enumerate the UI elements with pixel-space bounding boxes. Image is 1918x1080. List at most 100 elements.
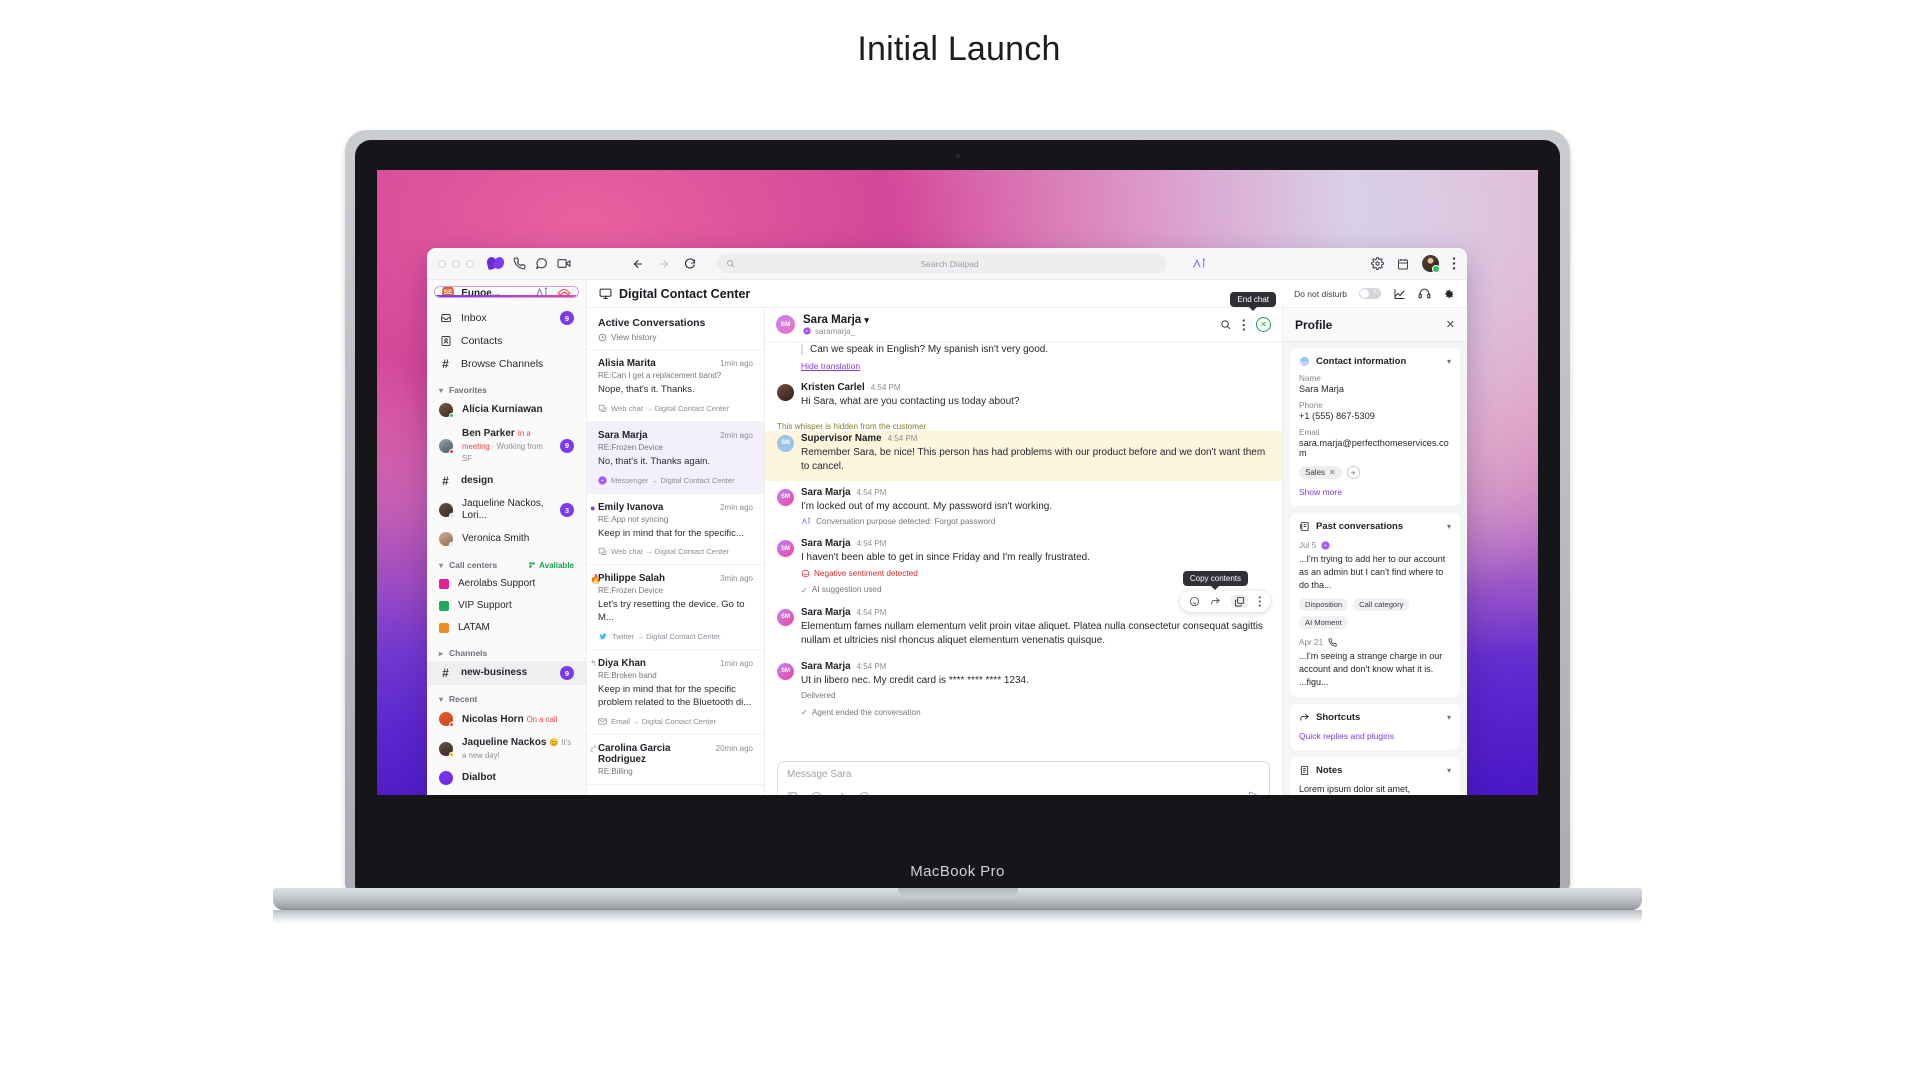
user-avatar[interactable] [1422,255,1440,273]
past-conversations-header[interactable]: Past conversations ▾ [1299,521,1451,532]
sidebar-item-inbox[interactable]: Inbox 9 [427,306,586,330]
conversation-list-header: Active Conversations View history [587,308,764,350]
chart-icon[interactable] [1393,288,1406,300]
sidebar-item-ben-parker[interactable]: Ben Parker In a meeting · Working from S… [427,422,586,469]
window-traffic-lights[interactable] [438,259,474,268]
more-vertical-icon[interactable] [1452,257,1456,270]
global-search-input[interactable]: Search Dialpad [717,254,1167,273]
chevron-down-icon[interactable]: ▾ [1447,522,1451,531]
minimize-window-button[interactable] [452,259,460,268]
active-call-card[interactable]: SE Somebody Eunoe... 06:01 [434,286,579,298]
chip-disposition[interactable]: Disposition [1299,598,1349,612]
message-composer[interactable]: Message Sara [777,761,1270,795]
message-hover-actions[interactable] [1179,590,1270,612]
chevron-down-icon: ▾ [439,694,444,704]
hide-translation-link[interactable]: Hide translation [801,361,860,371]
chip-call-category[interactable]: Call category [1353,598,1410,612]
call-centers-label: Call centers [449,560,498,570]
forward-icon[interactable] [658,258,670,270]
sidebar-section-call-centers[interactable]: ▾ Call centers Available [427,551,586,573]
emoji-icon[interactable] [811,791,822,795]
add-tag-button[interactable]: + [1346,466,1360,479]
sidebar-section-favorites[interactable]: ▾ Favorites [427,376,586,398]
search-placeholder: Search Dialpad [920,258,979,269]
message-list: Can we speak in English? My spanish isn'… [765,342,1282,757]
end-chat-icon[interactable]: ✕ [1256,317,1271,332]
send-icon[interactable] [1248,790,1260,795]
search-icon[interactable] [1220,319,1231,330]
sidebar-item-nicolas-horn[interactable]: Nicolas Horn On a call [427,707,586,731]
availability-status[interactable]: Available [528,561,574,570]
sidebar-item-browse-channels[interactable]: # Browse Channels [427,352,586,376]
hangup-icon[interactable] [557,287,571,297]
location-icon[interactable] [859,791,870,795]
maximize-window-button[interactable] [466,259,474,268]
chevron-down-icon[interactable]: ▾ [1447,357,1451,366]
sidebar-item-design[interactable]: # design [427,469,586,493]
calendar-icon[interactable] [1397,258,1409,270]
gear-icon[interactable] [1443,288,1455,300]
search-icon [726,259,735,268]
conversation-item[interactable]: Alisia Marita 1min ago RE:Can I get a rep… [587,350,764,422]
more-vertical-icon[interactable] [1258,595,1262,607]
close-icon[interactable]: ✕ [1446,318,1455,331]
copy-icon[interactable] [1230,594,1248,608]
more-vertical-icon[interactable] [1242,318,1246,331]
sidebar-item-jaqueline-lori-group[interactable]: Jaqueline Nackos, Lori Smith,... [427,790,586,795]
sidebar-item-aerolabs-support[interactable]: Aerolabs Support [427,573,586,595]
video-icon[interactable] [557,257,571,270]
dnd-toggle[interactable] [1359,287,1381,299]
sidebar-item-latam[interactable]: LATAM [427,617,586,639]
ai-icon[interactable] [535,287,550,297]
contact-information-header[interactable]: Contact information ▾ [1299,356,1451,367]
notes-icon [1299,765,1310,776]
chevron-down-icon[interactable]: ▾ [1447,713,1451,722]
sidebar-item-veronica-smith[interactable]: Veronica Smith [427,527,586,551]
sidebar-section-channels[interactable]: ▸ Channels [427,639,586,661]
notes-header[interactable]: Notes ▾ [1299,765,1451,776]
monitor-icon [599,287,612,300]
sidebar-item-alicia-kurniawan[interactable]: Alicia Kurniawan [427,398,586,422]
message-icon[interactable] [535,257,548,270]
sidebar-item-jaqueline-nackos[interactable]: Jaqueline Nackos 😊 It's a new day! [427,731,586,766]
sidebar-item-jaqueline-group[interactable]: Jaqueline Nackos, Lori... 3 [427,493,586,527]
phone-icon[interactable] [513,257,526,270]
conversation-subject: RE:Broken band [598,671,657,681]
profile-content: Contact information ▾ Name Sara Marja Ph… [1283,342,1467,795]
show-more-link[interactable]: Show more [1299,487,1342,497]
sidebar-item-dialbot[interactable]: Dialbot [427,766,586,790]
chip-ai-moment[interactable]: AI Moment [1299,616,1348,630]
image-icon[interactable] [787,791,798,795]
forward-icon[interactable] [1210,596,1221,607]
sidebar-section-recent[interactable]: ▾ Recent [427,685,586,707]
conversation-item[interactable]: ↰ Diya Khan 1min ago RE:Broken band Keep … [587,650,764,735]
forward-icon[interactable] [835,791,846,795]
chat-contact-name[interactable]: Sara Marja ▾ [803,314,869,326]
conversation-item[interactable]: Sara Marja 2min ago RE:Frozen Device No, … [587,421,764,494]
conversation-item[interactable]: zz Carolina Garcia Rodriguez 20min ago RE… [587,735,764,785]
dialpad-logo-icon[interactable] [487,256,504,271]
quick-replies-link[interactable]: Quick replies and plugins [1299,731,1394,741]
view-history-link[interactable]: View history [598,332,753,342]
headset-icon[interactable] [1418,287,1431,300]
conversation-item[interactable]: 🔥 Philippe Salah 3min ago RE:Frozen Devic… [587,565,764,651]
sidebar-item-contacts[interactable]: Contacts [427,330,586,352]
reload-icon[interactable] [684,257,696,270]
back-icon[interactable] [632,258,644,270]
conversation-name: Sara Marja [598,429,648,441]
chevron-down-icon[interactable]: ▾ [1447,766,1451,775]
sidebar-item-vip-support[interactable]: VIP Support [427,595,586,617]
shortcuts-header[interactable]: Shortcuts ▾ [1299,712,1451,723]
avatar: SM [777,488,794,506]
contact-avatar: SM [776,315,795,334]
emoji-icon[interactable] [1189,596,1200,607]
tag-sales[interactable]: Sales ✕ [1299,466,1342,479]
message-author: Sara Marja [801,606,851,618]
sidebar-item-new-business[interactable]: # new-business 9 [427,661,586,685]
ai-icon[interactable] [1192,257,1208,271]
toolbar-right-actions [1371,255,1456,273]
gear-icon[interactable] [1371,257,1384,270]
close-window-button[interactable] [438,259,446,268]
conversation-item[interactable]: ● Emily Ivanova 2min ago RE:App not synci… [587,494,764,566]
message-author: Kristen Carlel [801,382,865,393]
